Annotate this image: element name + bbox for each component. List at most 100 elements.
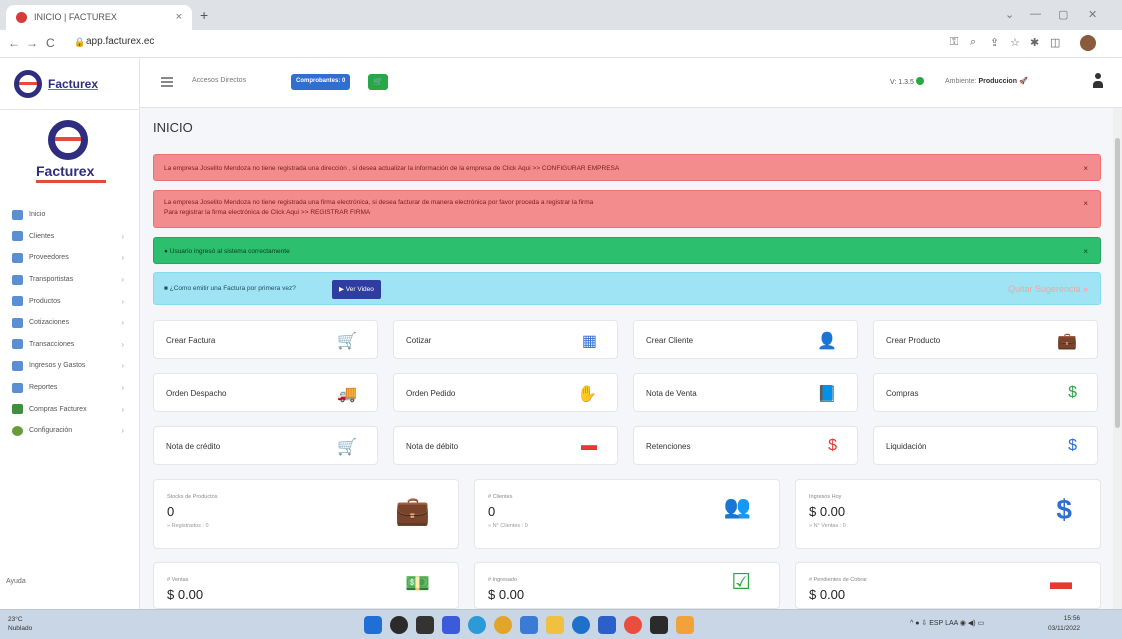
close-icon[interactable]: × (1083, 247, 1088, 256)
page-scrollbar[interactable] (1113, 108, 1122, 609)
task-view-icon[interactable] (416, 616, 434, 634)
card-nota-credito[interactable]: Nota de crédito 🛒 (153, 426, 378, 465)
edge-icon[interactable] (468, 616, 486, 634)
chevron-icon: › (121, 253, 124, 263)
cart-icon: 🛒 (337, 333, 357, 350)
profile-avatar[interactable] (1080, 35, 1096, 51)
window-list-icon[interactable]: ⌄ (1005, 8, 1014, 21)
weather-widget[interactable]: 23°C Nublado (8, 615, 32, 633)
comprobantes-button[interactable]: Comprobantes: 0 (291, 74, 351, 90)
card-label: Retenciones (646, 442, 691, 451)
clock[interactable]: 15:56 03/11/2022 (1048, 614, 1080, 634)
brand-header[interactable]: Facturex (0, 58, 139, 110)
check-circle-icon: ● (164, 248, 168, 255)
card-label: Nota de débito (406, 442, 459, 451)
quitar-sugerencia-link[interactable]: Quitar Sugerencia » (1008, 284, 1088, 294)
alert-direccion: La empresa Joselito Mendoza no tiene reg… (153, 154, 1101, 181)
bookmark-star-icon[interactable]: ☆ (1010, 36, 1020, 49)
accesos-directos-dropdown[interactable]: Accesos Directos (192, 77, 246, 84)
folder-icon[interactable] (546, 616, 564, 634)
home-icon (12, 209, 23, 220)
menu-toggle-icon[interactable] (161, 77, 173, 87)
sidebar-item-compras-facturex[interactable]: Compras Facturex › (0, 398, 140, 420)
address-bar[interactable]: app.facturex.ec (86, 36, 154, 47)
stat-pendientes-cobrar[interactable]: # Pendientes de Cobrar $ 0.00 ▬ (795, 562, 1101, 609)
chat-icon[interactable] (442, 616, 460, 634)
help-link[interactable]: Ayuda (6, 578, 26, 585)
sidebar-item-configuracion[interactable]: Configuración › (0, 420, 140, 442)
sidebar-item-ingresos-gastos[interactable]: Ingresos y Gastos › (0, 355, 140, 377)
app-icon[interactable] (572, 616, 590, 634)
sidebar-item-label: Cotizaciones (29, 319, 70, 327)
card-label: Crear Cliente (646, 336, 694, 345)
browser-tab[interactable]: INICIO | FACTUREX × (6, 5, 192, 30)
close-icon[interactable]: × (1083, 164, 1088, 173)
stat-ingresado[interactable]: # Ingresado $ 0.00 ☑ (474, 562, 780, 609)
card-compras[interactable]: Compras $ (873, 373, 1098, 412)
chevron-icon: › (121, 339, 124, 349)
zoom-icon[interactable]: ⌕ (970, 36, 976, 49)
card-crear-factura[interactable]: Crear Factura 🛒 (153, 320, 378, 359)
chrome-icon[interactable] (494, 616, 512, 634)
sidebar-item-clientes[interactable]: Clientes › (0, 226, 140, 248)
tab-close-icon[interactable]: × (176, 11, 182, 23)
ambiente-value: Produccion (978, 78, 1017, 85)
card-cotizar[interactable]: Cotizar ▦ (393, 320, 618, 359)
ver-video-button[interactable]: ▶ Ver Video (332, 280, 381, 299)
browser-tab-strip: INICIO | FACTUREX × + ⌄ — ▢ ✕ (0, 0, 1122, 30)
table-icon (12, 339, 23, 350)
extensions-icon[interactable]: ✱ (1030, 36, 1039, 49)
close-icon[interactable]: × (1083, 199, 1088, 208)
stat-sub: » N° Clientes : 0 (488, 523, 528, 529)
sidebar-item-productos[interactable]: Productos › (0, 290, 140, 312)
version-label: V: 1.3.5 (890, 77, 924, 86)
stat-stock-productos[interactable]: Stocks de Productos 0 » Registrados : 0 … (153, 479, 459, 549)
logo-icon (14, 69, 42, 98)
card-retenciones[interactable]: Retenciones $ (633, 426, 858, 465)
reload-button[interactable]: C (46, 36, 55, 50)
minimize-button[interactable]: — (1030, 8, 1041, 20)
hand-icon: ✋ (577, 386, 597, 403)
key-icon[interactable]: ⚿ (950, 36, 958, 49)
search-icon[interactable] (390, 616, 408, 634)
app-icon[interactable] (676, 616, 694, 634)
stat-ingresos-hoy[interactable]: Ingresos Hoy $ 0.00 » N° Ventas : 0 $ (795, 479, 1101, 549)
forward-button[interactable]: → (26, 36, 38, 50)
stat-clientes[interactable]: # Clientes 0 » N° Clientes : 0 👥 (474, 479, 780, 549)
cart-button[interactable]: 🛒 (368, 74, 388, 90)
card-nota-venta[interactable]: Nota de Venta 📘 (633, 373, 858, 412)
app-icon[interactable] (520, 616, 538, 634)
chevron-icon: › (121, 296, 124, 306)
back-button[interactable]: ← (8, 36, 20, 50)
card-liquidacion[interactable]: Liquidación $ (873, 426, 1098, 465)
stat-ventas[interactable]: # Ventas $ 0.00 💵 (153, 562, 459, 609)
app-icon[interactable] (650, 616, 668, 634)
word-icon[interactable] (598, 616, 616, 634)
card-nota-debito[interactable]: Nota de débito ▬ (393, 426, 618, 465)
user-icon[interactable] (1093, 73, 1103, 89)
sidebar-item-reportes[interactable]: Reportes › (0, 377, 140, 399)
sidebar-item-cotizaciones[interactable]: Cotizaciones › (0, 312, 140, 334)
start-icon[interactable] (364, 616, 382, 634)
new-tab-button[interactable]: + (200, 7, 208, 23)
sidebar-item-inicio[interactable]: Inicio (0, 204, 140, 226)
sidepanel-icon[interactable]: ◫ (1050, 36, 1060, 49)
maximize-button[interactable]: ▢ (1058, 8, 1068, 21)
system-tray[interactable]: ^ ● ⇩ ESP LAA ◉ ◀) ▭ (910, 619, 984, 627)
card-crear-producto[interactable]: Crear Producto 💼 (873, 320, 1098, 359)
card-label: Crear Producto (886, 336, 941, 345)
card-orden-pedido[interactable]: Orden Pedido ✋ (393, 373, 618, 412)
app-icon[interactable] (624, 616, 642, 634)
alert-text: Para registrar la firma electrónica de C… (164, 209, 371, 216)
sidebar-item-transportistas[interactable]: Transportistas › (0, 269, 140, 291)
sidebar-item-transacciones[interactable]: Transacciones › (0, 334, 140, 356)
card-orden-despacho[interactable]: Orden Despacho 🚚 (153, 373, 378, 412)
share-icon[interactable]: ⇪ (990, 36, 999, 49)
sidebar-item-proveedores[interactable]: Proveedores › (0, 247, 140, 269)
sidebar-item-label: Inicio (29, 211, 46, 219)
table-icon (12, 360, 23, 371)
card-crear-cliente[interactable]: Crear Cliente 👤 (633, 320, 858, 359)
close-window-button[interactable]: ✕ (1088, 8, 1097, 21)
chevron-icon: › (121, 361, 124, 371)
scrollbar-thumb[interactable] (1115, 138, 1120, 428)
